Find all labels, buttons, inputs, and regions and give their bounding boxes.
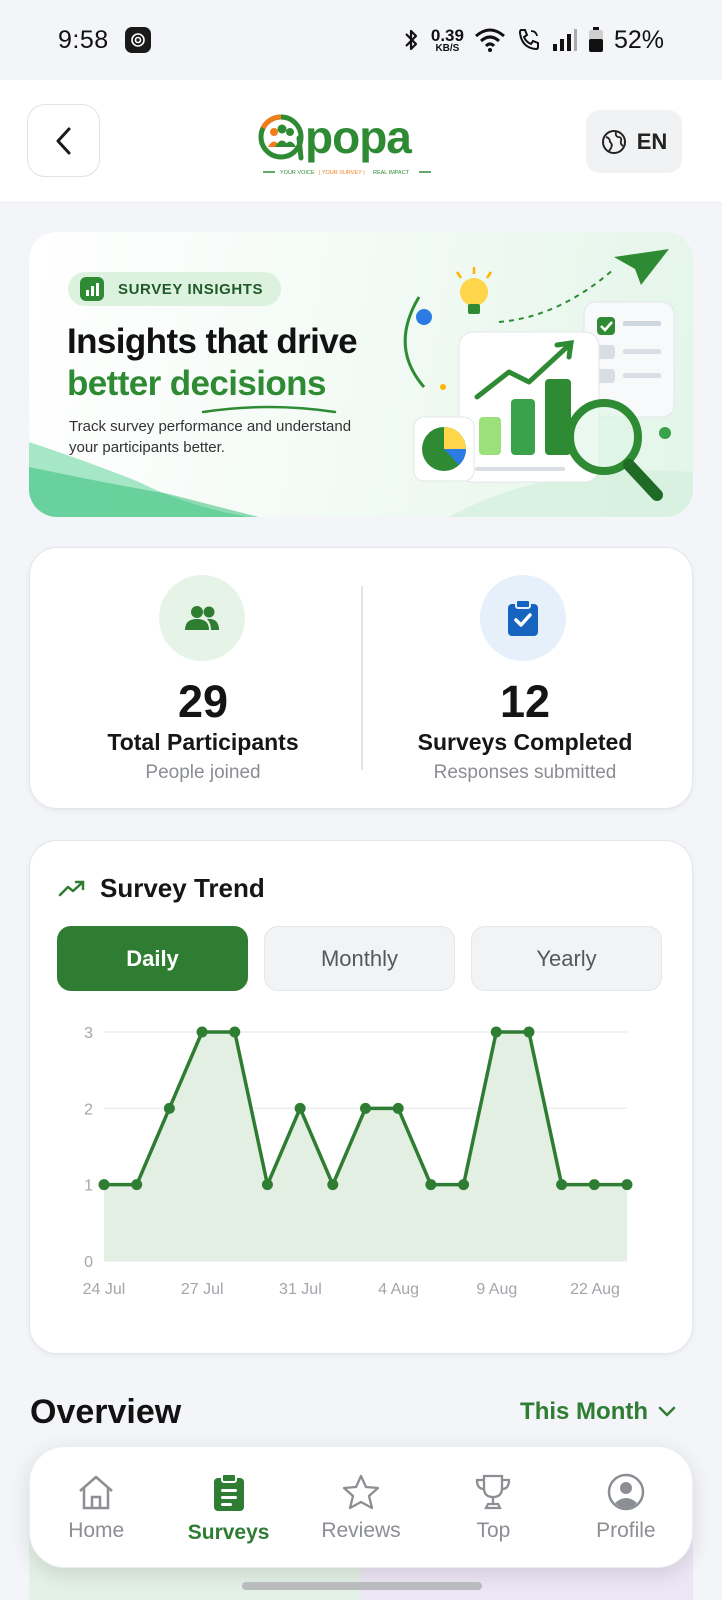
trophy-icon [476, 1474, 511, 1510]
user-circle-icon [607, 1473, 645, 1511]
signal-icon [552, 29, 577, 51]
chevron-left-icon [56, 127, 70, 154]
data-point [490, 1026, 502, 1038]
hero-title-line2: better decisions [67, 364, 326, 403]
app-logo: popa YOUR VOICE | YOUR SURVEY | REAL IMP… [255, 106, 445, 178]
data-point [458, 1179, 470, 1191]
clipboard-check-icon [480, 575, 566, 661]
surveys-label: Surveys Completed [417, 729, 633, 755]
participants-icon [159, 575, 245, 661]
svg-text:REAL IMPACT: REAL IMPACT [373, 170, 410, 176]
status-indicators: 0.39 KB/S 52% [401, 26, 664, 55]
x-tick-label: 24 Jul [83, 1281, 126, 1298]
data-point [425, 1179, 437, 1191]
data-point [163, 1102, 175, 1114]
nav-profile[interactable]: Profile [560, 1447, 692, 1567]
survey-trend-chart: 0 1 2 3 24 Jul 27 Jul 31 Jul 4 Aug 9 Aug 22 Aug [83, 1025, 633, 1298]
nav-top-label: Top [476, 1519, 511, 1542]
data-point [588, 1179, 600, 1191]
battery-icon [588, 27, 603, 52]
back-button[interactable] [27, 104, 100, 177]
data-point [196, 1026, 208, 1038]
home-indicator [242, 1582, 482, 1590]
wifi-call-icon [518, 29, 539, 51]
data-point [392, 1102, 404, 1114]
status-time: 9:58 [58, 25, 109, 54]
x-tick-label: 9 Aug [476, 1281, 517, 1298]
participants-label: Total Participants [107, 729, 299, 755]
hero-subtitle: Track survey performance and understand … [69, 418, 352, 456]
analytics-illustration [403, 249, 675, 501]
network-speed-unit: KB/S [435, 42, 460, 54]
svg-text:| YOUR SURVEY |: | YOUR SURVEY | [319, 170, 365, 176]
surveys-value: 12 [499, 676, 551, 727]
nav-surveys-label: Surveys [187, 1521, 270, 1544]
app-notification-icon [124, 27, 151, 53]
nav-home[interactable]: Home [30, 1447, 162, 1567]
badge-label: SURVEY INSIGHTS [118, 280, 264, 298]
trend-area [104, 1032, 627, 1261]
period-filter-dropdown[interactable]: This Month [520, 1398, 676, 1426]
data-point [294, 1102, 306, 1114]
nav-home-label: Home [68, 1519, 125, 1542]
nav-top[interactable]: Top [427, 1447, 559, 1567]
surveys-sub: Responses submitted [433, 762, 617, 783]
data-point [229, 1026, 241, 1038]
y-tick-label: 0 [84, 1254, 93, 1271]
surveys-completed-stat: 12 Surveys Completed Responses submitted [362, 548, 694, 810]
stats-card: 29 Total Participants People joined 12 S… [29, 547, 693, 809]
bluetooth-icon [405, 29, 417, 51]
battery-percentage: 52% [613, 25, 664, 54]
y-tick-label: 3 [84, 1025, 93, 1042]
bottom-navigation: Home Surveys Reviews Top Profile [29, 1446, 693, 1568]
svg-text:YOUR VOICE: YOUR VOICE [280, 170, 315, 176]
data-point [556, 1179, 568, 1191]
data-point [621, 1179, 633, 1191]
data-point [523, 1026, 535, 1038]
data-point [327, 1179, 339, 1191]
x-tick-label: 27 Jul [181, 1281, 224, 1298]
home-icon [79, 1475, 114, 1510]
nav-reviews[interactable]: Reviews [295, 1447, 427, 1567]
clipboard-icon [213, 1473, 244, 1511]
star-icon [342, 1474, 380, 1510]
data-point [131, 1179, 143, 1191]
data-point [261, 1179, 273, 1191]
y-tick-label: 2 [84, 1101, 93, 1118]
status-bar: 9:58 0.39 KB/S 52% [0, 0, 722, 80]
period-filter-label: This Month [520, 1398, 648, 1425]
overview-title: Overview [30, 1393, 182, 1431]
globe-icon [601, 129, 626, 154]
title-underline [201, 405, 337, 414]
app-header: popa YOUR VOICE | YOUR SURVEY | REAL IMP… [0, 80, 722, 203]
nav-surveys[interactable]: Surveys [162, 1447, 294, 1567]
bar-chart-icon [80, 277, 104, 301]
nav-reviews-label: Reviews [321, 1519, 401, 1542]
language-label: EN [636, 128, 668, 154]
svg-text:popa: popa [305, 111, 412, 163]
survey-trend-card: Survey Trend Daily Monthly Yearly 0 1 2 3 24… [29, 840, 693, 1354]
x-tick-label: 4 Aug [378, 1281, 419, 1298]
nav-profile-label: Profile [596, 1519, 656, 1542]
y-tick-label: 1 [84, 1178, 93, 1195]
insights-banner: SURVEY INSIGHTS Insights that drive bett… [29, 232, 693, 517]
data-point [360, 1102, 371, 1114]
participants-sub: People joined [145, 762, 261, 783]
hero-title-line1: Insights that drive [67, 322, 358, 361]
wifi-icon [474, 28, 505, 52]
data-point [98, 1179, 110, 1191]
language-selector[interactable]: EN [586, 110, 682, 173]
network-speed: 0.39 KB/S [431, 27, 464, 54]
network-speed-value: 0.39 [430, 25, 464, 45]
survey-insights-badge: SURVEY INSIGHTS [68, 272, 282, 306]
x-tick-label: 22 Aug [570, 1281, 620, 1298]
participants-value: 29 [177, 676, 229, 727]
total-participants-stat: 29 Total Participants People joined [30, 548, 362, 810]
x-tick-label: 31 Jul [279, 1281, 322, 1298]
chevron-down-icon [658, 1406, 676, 1417]
